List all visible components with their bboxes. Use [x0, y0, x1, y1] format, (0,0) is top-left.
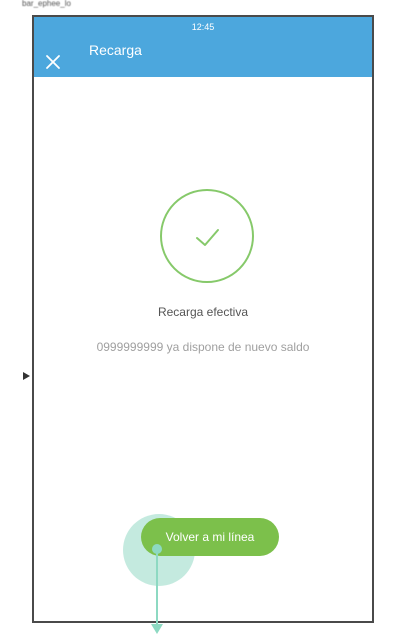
back-to-my-line-button[interactable]: Volver a mi línea [141, 518, 279, 556]
success-message: 0999999999 ya dispone de nuevo saldo [96, 340, 310, 354]
side-arrow-marker [23, 372, 30, 380]
window-caption: bar_ephee_lo [22, 0, 71, 8]
app-header: 12:45 Recarga [34, 17, 372, 77]
close-icon[interactable] [44, 53, 62, 71]
checkmark-circle-icon [159, 188, 255, 284]
success-title: Recarga efectiva [157, 305, 249, 319]
status-bar-time: 12:45 [191, 22, 215, 32]
page-title: Recarga [89, 42, 142, 58]
phone-frame: 12:45 Recarga Recarga efectiva 099999999… [32, 15, 374, 623]
